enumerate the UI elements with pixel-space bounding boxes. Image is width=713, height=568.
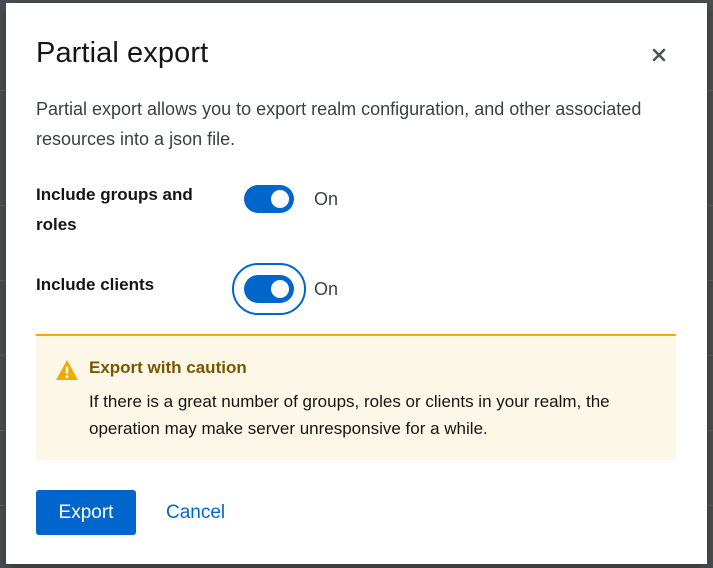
switch-knob	[271, 190, 289, 208]
switch-knob	[271, 280, 289, 298]
include-groups-roles-label: Include groups and roles	[36, 185, 193, 234]
warning-icon	[56, 360, 78, 380]
close-button[interactable]	[647, 43, 671, 67]
cancel-button[interactable]: Cancel	[166, 490, 225, 535]
include-clients-switch[interactable]	[244, 275, 294, 303]
modal-description: Partial export allows you to export real…	[36, 99, 642, 149]
include-groups-roles-switch[interactable]	[244, 185, 294, 213]
alert-title: Export with caution	[89, 358, 247, 377]
export-caution-alert: Export with caution If there is a great …	[36, 334, 676, 460]
alert-body: If there is a great number of groups, ro…	[89, 392, 610, 438]
export-button[interactable]: Export	[36, 490, 136, 535]
close-icon	[652, 48, 666, 62]
modal-title: Partial export	[36, 37, 209, 69]
include-clients-focus-ring	[232, 263, 306, 315]
include-groups-roles-state: On	[314, 188, 339, 209]
include-clients-toggle-group: On	[232, 263, 338, 315]
partial-export-modal: Partial export Partial export allows you…	[6, 3, 707, 564]
include-clients-state: On	[314, 278, 339, 299]
include-clients-label: Include clients	[36, 275, 155, 294]
include-groups-roles-toggle-group: On	[244, 185, 338, 213]
